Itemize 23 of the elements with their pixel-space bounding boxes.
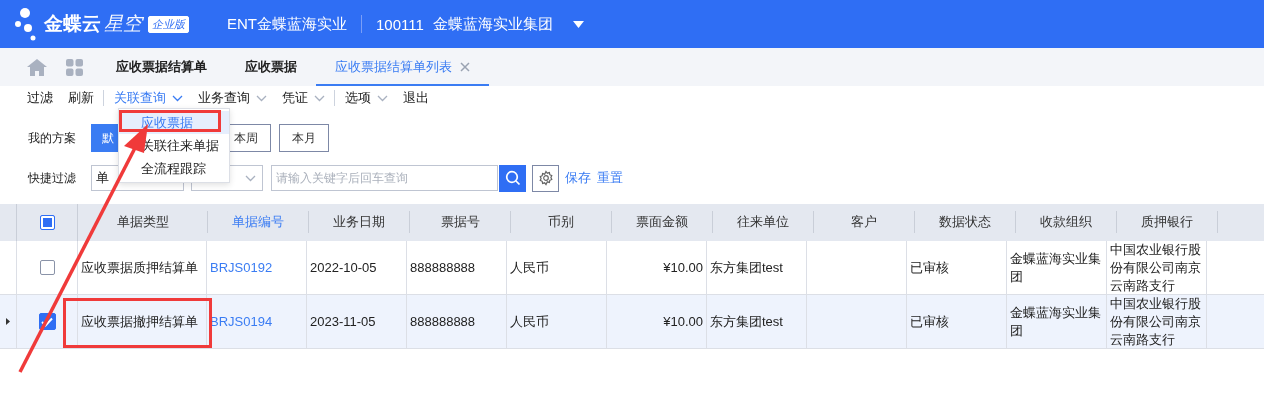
table-cell: 2023-11-05 bbox=[310, 312, 376, 331]
table-cell: 应收票据质押结算单 bbox=[81, 258, 198, 277]
table-cell: 已审核 bbox=[910, 312, 949, 331]
scheme-label: 我的方案 bbox=[28, 129, 77, 147]
table-cell: 已审核 bbox=[910, 258, 949, 277]
table-cell-text: 金蝶蓝海实业集团 bbox=[1010, 303, 1102, 340]
table-cell-text: 中国农业银行股份有限公司南京云南路支行 bbox=[1110, 240, 1202, 295]
edition-badge: 企业版 bbox=[148, 15, 189, 33]
product-name: 星空 bbox=[104, 12, 142, 36]
table-cell: 东方集团test bbox=[710, 312, 783, 331]
table-cell: 东方集团test bbox=[710, 258, 783, 277]
brand-name: 金蝶云 bbox=[44, 12, 101, 36]
table-cell: ¥10.00 bbox=[663, 312, 703, 331]
table-cell: 888888888 bbox=[410, 258, 476, 277]
table-cell-text: 中国农业银行股份有限公司南京云南路支行 bbox=[1110, 294, 1202, 349]
table-cell: ¥10.00 bbox=[663, 258, 703, 277]
table-cell: 人民币 bbox=[510, 258, 549, 277]
table-cell-text: 金蝶蓝海实业集团 bbox=[1010, 249, 1102, 286]
table-cell: 888888888 bbox=[410, 312, 476, 331]
table-cell: 应收票据撤押结算单 bbox=[81, 312, 198, 331]
quick-filter-label: 快捷过滤 bbox=[28, 169, 77, 187]
table-cell: 人民币 bbox=[510, 312, 549, 331]
table-cell: 2022-10-05 bbox=[310, 258, 377, 277]
